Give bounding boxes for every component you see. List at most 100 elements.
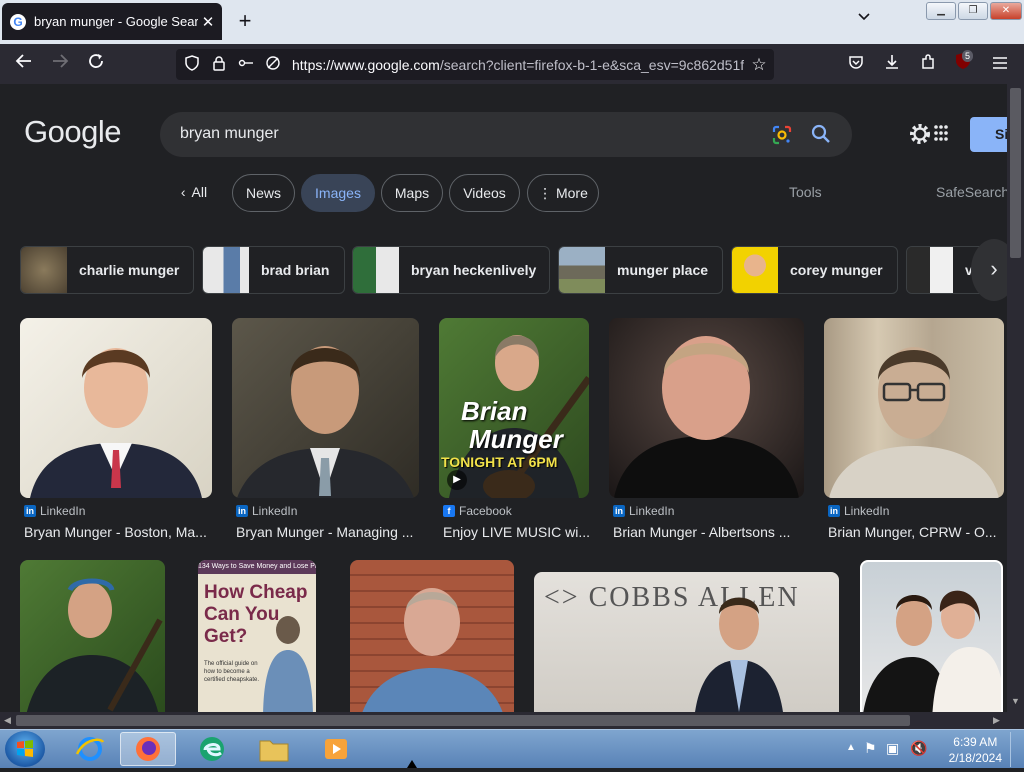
search-icon[interactable] [810,123,832,145]
result-image[interactable]: 134 Ways to Save Money and Lose Pride Ho… [198,560,316,712]
result-image[interactable] [860,560,1003,712]
show-desktop-button[interactable] [1010,732,1022,767]
close-window-button[interactable]: ✕ [990,2,1022,20]
media-player-icon[interactable] [308,732,364,766]
result-source[interactable]: in LinkedIn [828,504,889,518]
tab-all-label: All [191,184,208,200]
related-label: bryan heckenlively [411,262,537,278]
play-icon[interactable]: ▶ [447,470,467,490]
url-path: /search?client=firefox-b-1-e&sca_esv=9c8… [439,56,744,73]
result-image[interactable] [609,318,804,498]
tab-images[interactable]: Images [301,174,375,212]
new-tab-button[interactable]: + [232,8,258,34]
result-title[interactable]: Bryan Munger - Managing ... [236,524,419,540]
person-photo [614,336,799,498]
url-host: https://www.google.com [292,56,440,73]
browser-tab[interactable]: G bryan munger - Google Search ✕ [2,3,222,40]
result-image[interactable]: <> COBBS ALLEN [534,572,839,712]
related-chip[interactable]: munger place [558,246,723,294]
url-text[interactable]: https://www.google.com/search?client=fir… [292,57,744,73]
settings-gear-icon[interactable] [908,122,932,146]
related-thumbnail [21,247,67,293]
restore-button[interactable]: ❐ [958,2,988,20]
related-chip[interactable]: bryan heckenlively [352,246,550,294]
related-thumbnail [203,247,249,293]
file-explorer-icon[interactable] [246,732,302,766]
related-chip[interactable]: brad brian [202,246,345,294]
list-all-tabs-icon[interactable] [852,10,876,34]
result-title[interactable]: Bryan Munger - Boston, Ma... [24,524,212,540]
related-searches: charlie munger brad brian bryan heckenli… [20,246,1007,294]
lock-icon[interactable] [208,55,230,74]
google-logo[interactable]: Google [24,114,121,150]
start-button[interactable] [5,731,45,767]
person-photo [829,347,999,498]
tab-videos[interactable]: Videos [449,174,520,212]
related-chip[interactable]: charlie munger [20,246,194,294]
mouse-cursor [407,760,417,768]
book-title-3: Get? [204,626,248,647]
person-photo [237,346,414,498]
safesearch-button[interactable]: SafeSearch [936,184,1007,200]
action-center-flag-icon[interactable]: ⚑ [864,740,877,757]
internet-explorer-icon[interactable] [62,732,118,766]
result-source[interactable]: in LinkedIn [24,504,85,518]
result-image[interactable] [20,560,165,712]
network-icon[interactable]: ▣ [886,740,899,757]
result-image[interactable] [232,318,419,498]
forward-icon[interactable] [47,52,73,78]
vertical-scroll-thumb[interactable] [1010,88,1021,258]
windows-logo-icon [17,740,33,757]
search-filters: ‹ All News Images Maps Videos ⋮ More [0,174,1007,212]
more-vert-icon: ⋮ [538,185,556,201]
tab-close-icon[interactable]: ✕ [198,13,218,31]
scroll-right-arrow[interactable]: ▶ [993,715,1000,726]
google-apps-icon[interactable] [934,125,948,141]
minimize-button[interactable]: ▁ [926,2,956,20]
sign-in-button[interactable]: Si [970,117,1007,152]
person-photo [695,597,783,712]
scroll-down-arrow[interactable]: ▼ [1011,696,1020,706]
hamburger-menu-icon[interactable] [987,52,1013,78]
extensions-icon[interactable] [915,52,941,78]
horizontal-scrollbar[interactable]: ◀ ▶ [0,712,1007,729]
taskbar-clock[interactable]: 6:39 AM 2/18/2024 [949,734,1002,766]
firefox-icon[interactable] [120,732,176,766]
tracking-blocked-icon[interactable] [262,55,284,74]
shield-icon[interactable] [181,55,203,74]
address-bar[interactable]: https://www.google.com/search?client=fir… [176,49,774,80]
horizontal-scroll-thumb[interactable] [16,715,910,726]
google-lens-icon[interactable] [771,124,793,146]
downloads-icon[interactable] [879,52,905,78]
linkedin-icon: in [24,505,36,517]
result-image[interactable] [824,318,1004,498]
result-source[interactable]: in LinkedIn [613,504,674,518]
result-title[interactable]: Brian Munger - Albertsons ... [613,524,804,540]
extension-badge: 5 [962,50,974,62]
result-source[interactable]: in LinkedIn [236,504,297,518]
result-image[interactable]: Brian Munger TONIGHT AT 6PM ▶ [439,318,589,498]
search-input[interactable] [180,122,740,146]
result-source[interactable]: f Facebook [443,504,512,518]
back-icon[interactable] [11,52,37,78]
permissions-icon[interactable] [235,56,257,73]
show-hidden-icons-icon[interactable]: ▲ [846,742,856,753]
volume-muted-icon[interactable]: 🔇 [910,740,927,757]
bookmark-star-icon[interactable]: ☆ [744,55,774,75]
scroll-left-arrow[interactable]: ◀ [4,715,11,726]
result-title[interactable]: Enjoy LIVE MUSIC wi... [443,524,593,540]
result-image[interactable] [350,560,514,712]
tab-all[interactable]: ‹ All [166,174,222,212]
pocket-icon[interactable] [843,52,869,78]
result-title[interactable]: Brian Munger, CPRW - O... [828,524,1004,540]
poster-tagline: TONIGHT AT 6PM [441,454,558,470]
tools-button[interactable]: Tools [789,184,822,200]
edge-icon[interactable] [184,732,240,766]
result-image[interactable] [20,318,212,498]
tab-more[interactable]: ⋮ More [527,174,599,212]
tab-maps[interactable]: Maps [381,174,443,212]
tab-news[interactable]: News [232,174,295,212]
related-chip[interactable]: corey munger [731,246,898,294]
vertical-scrollbar[interactable]: ▲ ▼ [1007,84,1024,712]
reload-icon[interactable] [83,52,109,78]
